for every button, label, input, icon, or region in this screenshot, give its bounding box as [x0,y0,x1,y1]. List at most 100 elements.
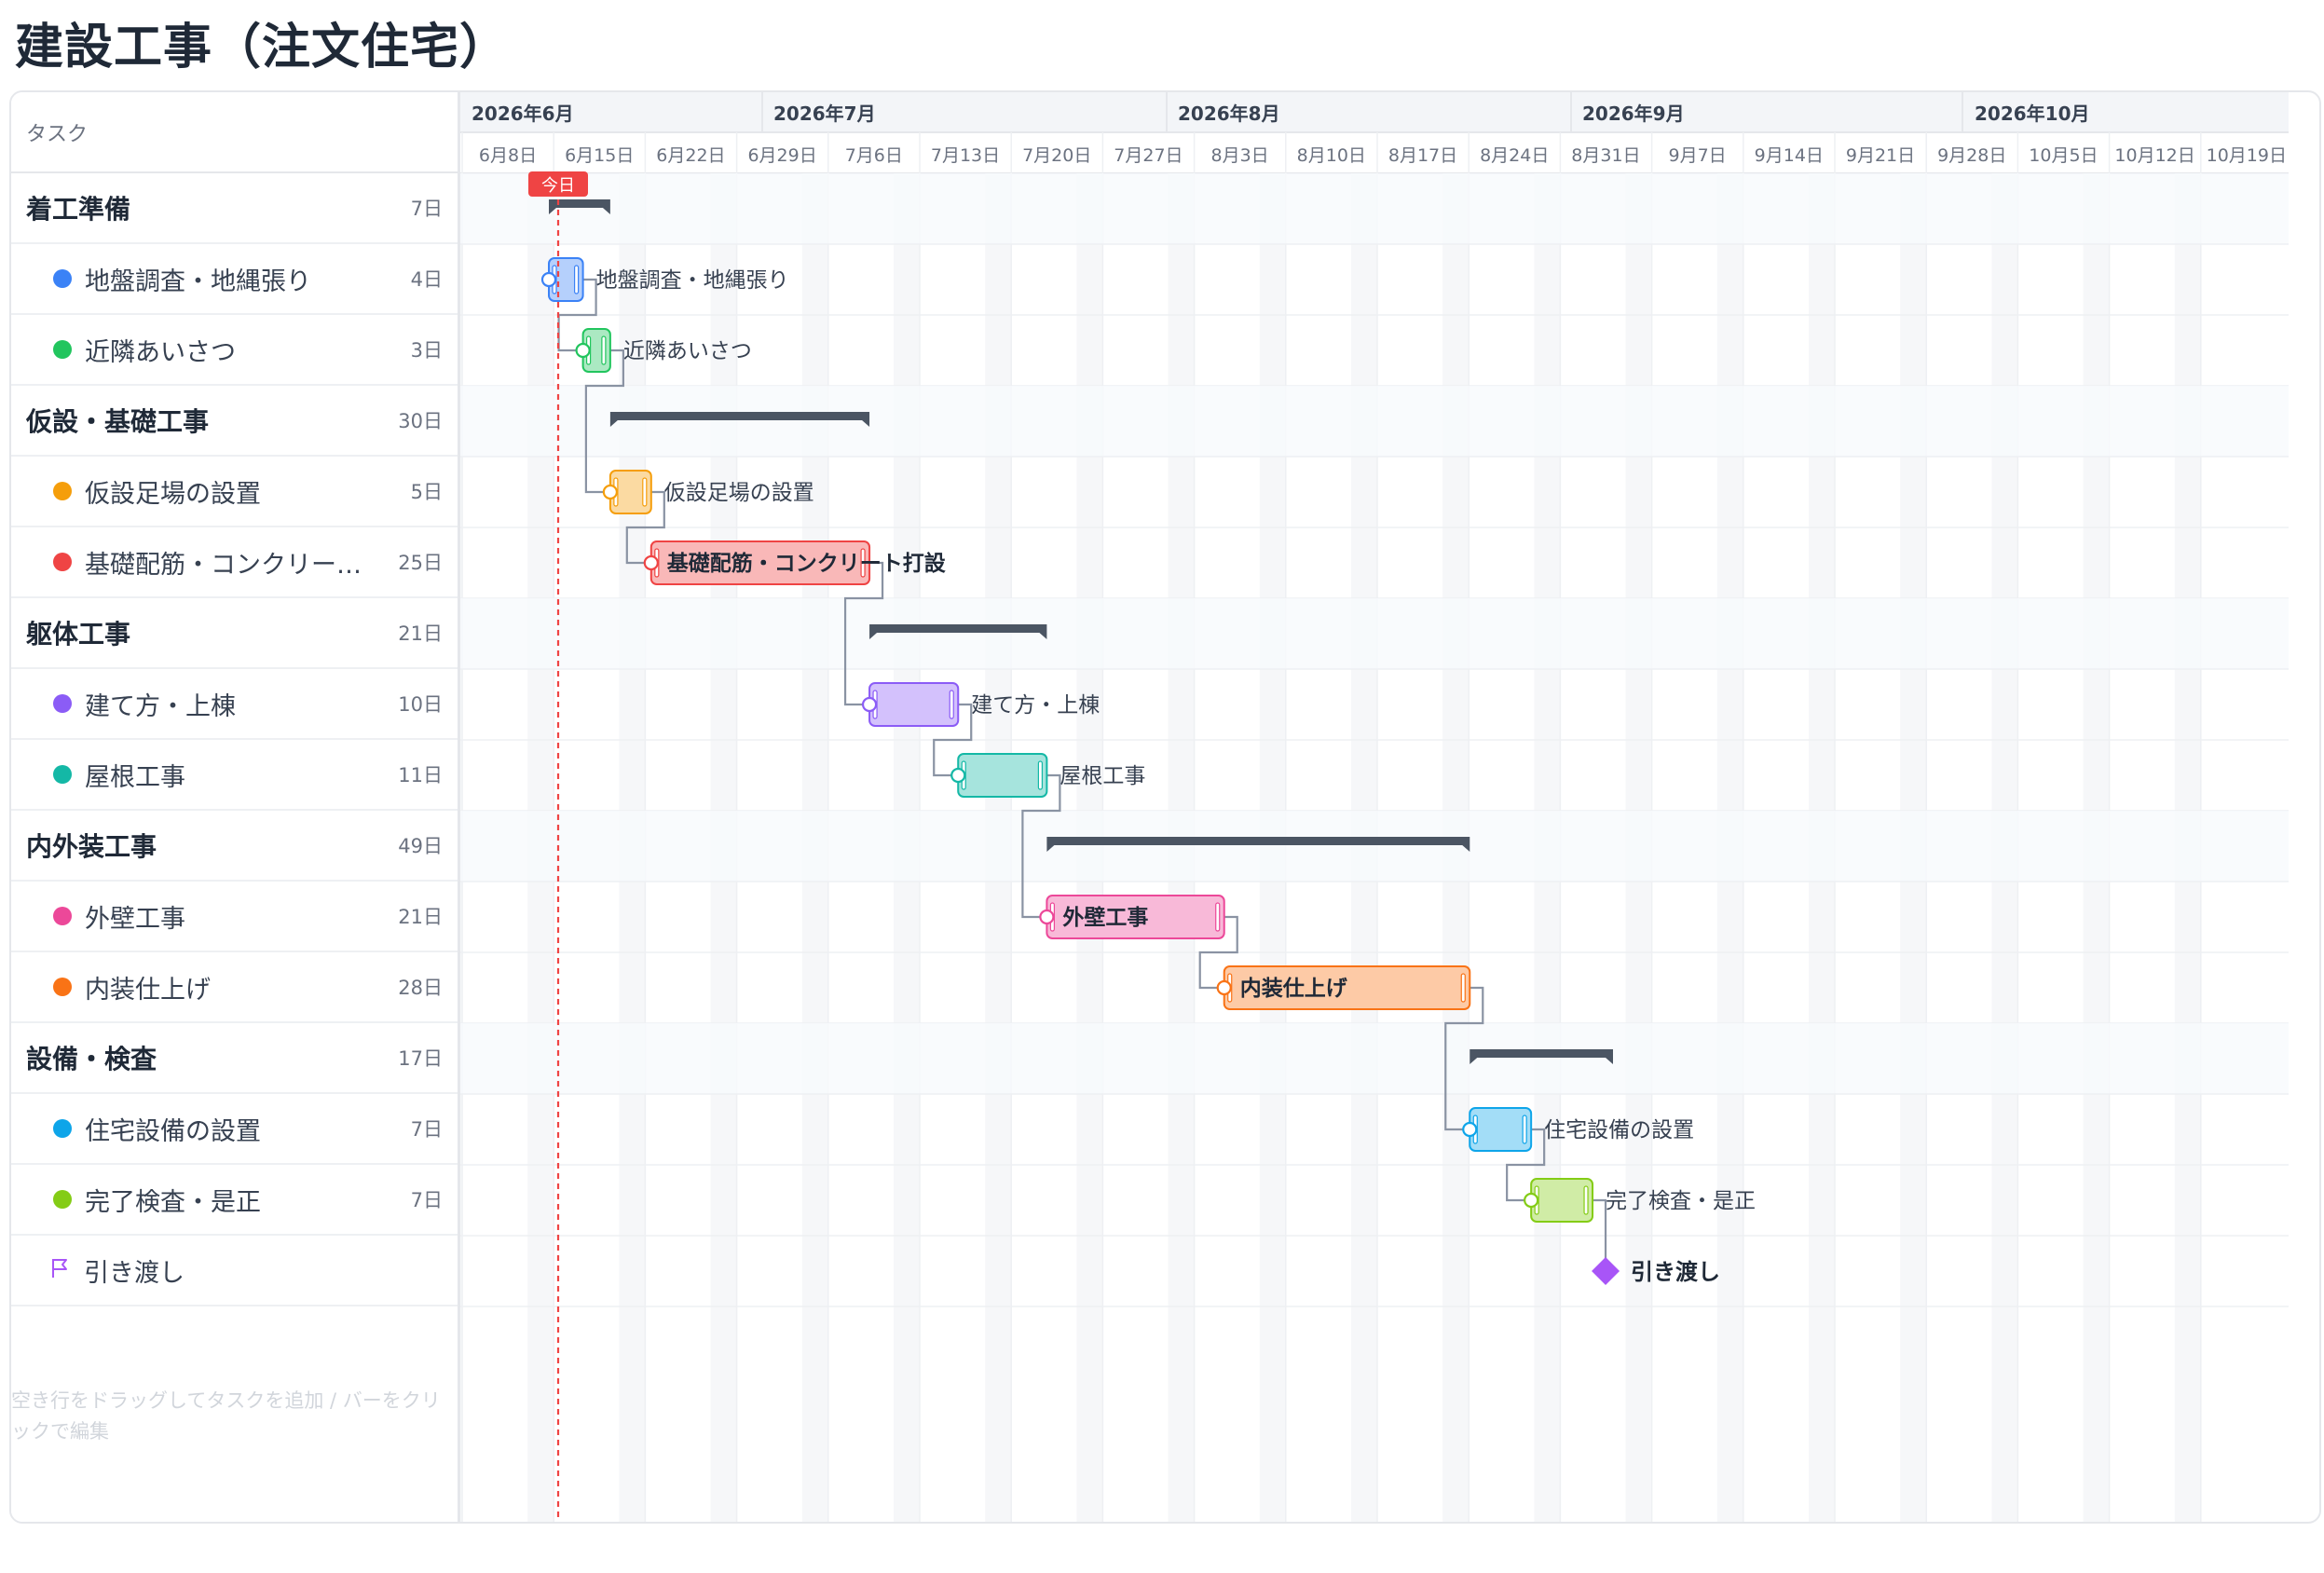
task-color-dot [53,765,72,784]
task-name: 仮設足場の設置 [85,479,261,509]
task-duration: 21日 [398,622,443,645]
task-group-row[interactable]: 内外装工事 49日 [11,811,458,882]
task-row[interactable]: 建て方・上棟 10日 [11,669,458,740]
month-label: 2026年8月 [1178,103,1280,125]
dependency-handle[interactable] [1524,1192,1539,1209]
task-row[interactable]: 外壁工事 21日 [11,882,458,952]
task-color-dot [53,694,72,713]
task-row[interactable]: 住宅設備の設置 7日 [11,1094,458,1165]
task-name: 基礎配筋・コンクリー… [85,550,362,580]
task-row[interactable]: 完了検査・是正 7日 [11,1165,458,1236]
task-bar-label: 地盤調査・地縄張り [596,268,789,293]
task-group-row[interactable]: 躯体工事 21日 [11,598,458,669]
milestone-label: 引き渡し [1631,1259,1720,1285]
dependency-handle[interactable] [1462,1121,1478,1138]
task-group-row[interactable]: 仮設・基礎工事 30日 [11,386,458,457]
month-label: 2026年10月 [1975,103,2090,125]
group-row-bg [460,811,2289,882]
task-row[interactable]: 近隣あいさつ 3日 [11,315,458,386]
resize-handle-right[interactable] [601,335,607,365]
today-label: 今日 [541,176,575,196]
task-group-row[interactable]: 設備・検査 17日 [11,1023,458,1094]
task-bar[interactable] [957,753,1048,798]
dependency-handle[interactable] [1216,979,1232,996]
task-name: 躯体工事 [26,619,131,650]
task-duration: 3日 [410,339,443,362]
group-row-bg [460,598,2289,669]
task-name: 内外装工事 [26,831,157,862]
resize-handle-right[interactable] [574,265,580,294]
dependency-handle[interactable] [861,696,878,713]
group-summary-bar[interactable] [869,624,1047,633]
task-row[interactable]: 屋根工事 11日 [11,740,458,811]
usage-hint: 空き行をドラッグしてタスクを追加 / バーをクリックで編集 [11,1389,441,1443]
task-name: 設備・検査 [26,1044,157,1074]
group-summary-bar[interactable] [609,412,870,420]
dependency-handle[interactable] [1039,909,1055,925]
task-duration: 7日 [410,1118,443,1141]
week-label: 10月12日 [2114,145,2194,166]
resize-handle-right[interactable] [1037,760,1043,790]
week-label: 8月24日 [1480,145,1549,166]
task-name: 着工準備 [26,194,131,225]
task-bar[interactable] [868,682,960,727]
week-label: 10月5日 [2029,145,2098,166]
week-label: 7月6日 [845,145,903,166]
week-label: 7月20日 [1022,145,1091,166]
resize-handle-right[interactable] [1460,973,1466,1003]
timeline-chart[interactable]: 6月8日 6月15日 6月22日 6月29日 7月6日 7月13日 7月20日 7月27日 8月… [460,92,2306,1522]
dependency-handle[interactable] [575,342,591,359]
week-label: 6月8日 [479,145,537,166]
dependency-handle[interactable] [643,554,659,571]
task-color-dot [53,553,72,571]
task-bar[interactable] [1530,1178,1594,1223]
task-bar-label: 内装仕上げ [1240,976,1348,1001]
resize-handle-right[interactable] [949,690,954,719]
milestone-row[interactable]: 引き渡し [11,1236,458,1306]
task-name: 仮設・基礎工事 [26,406,210,437]
resize-handle-right[interactable] [1215,902,1221,932]
task-color-dot [53,907,72,925]
week-label: 10月19日 [2207,145,2287,166]
task-name: 完了検査・是正 [85,1187,261,1217]
resize-handle-right[interactable] [642,477,648,507]
task-duration: 25日 [398,552,443,574]
task-bar[interactable] [1469,1107,1533,1152]
task-row[interactable]: 地盤調査・地縄張り 4日 [11,244,458,315]
week-label: 8月10日 [1297,145,1366,166]
week-label: 8月17日 [1388,145,1457,166]
task-row[interactable]: 仮設足場の設置 5日 [11,457,458,527]
week-label: 9月21日 [1846,145,1915,166]
week-label: 9月28日 [1937,145,2006,166]
month-label: 2026年9月 [1582,103,1685,125]
task-color-dot [53,1119,72,1138]
dependency-handle[interactable] [602,484,618,500]
task-duration: 49日 [398,835,443,857]
task-color-dot [53,269,72,288]
group-summary-bar[interactable] [1046,837,1470,845]
task-name: 建て方・上棟 [85,691,236,721]
task-duration: 28日 [398,977,443,999]
group-row-bg [460,386,2289,457]
task-row[interactable]: 内装仕上げ 28日 [11,952,458,1023]
dependency-handle[interactable] [540,271,557,288]
task-row[interactable]: 基礎配筋・コンクリー… 25日 [11,527,458,598]
resize-handle-right[interactable] [1522,1115,1527,1144]
task-duration: 11日 [398,764,443,786]
dependency-handle[interactable] [950,767,966,784]
task-group-row[interactable]: 着工準備 7日 [11,173,458,244]
milestone-diamond[interactable] [1592,1257,1620,1285]
task-list-header: タスク [11,92,458,173]
task-duration: 7日 [410,1189,443,1211]
flag-icon [50,1257,71,1283]
task-bar-label: 完了検査・是正 [1606,1189,1756,1213]
task-duration: 4日 [410,268,443,291]
resize-handle-right[interactable] [1583,1185,1589,1215]
week-label: 6月29日 [747,145,816,166]
task-bar-label: 建て方・上棟 [971,693,1100,718]
week-label: 9月7日 [1669,145,1727,166]
group-summary-bar[interactable] [1470,1049,1613,1058]
task-color-dot [53,482,72,500]
task-name: 近隣あいさつ [85,337,236,367]
task-duration: 30日 [398,410,443,432]
